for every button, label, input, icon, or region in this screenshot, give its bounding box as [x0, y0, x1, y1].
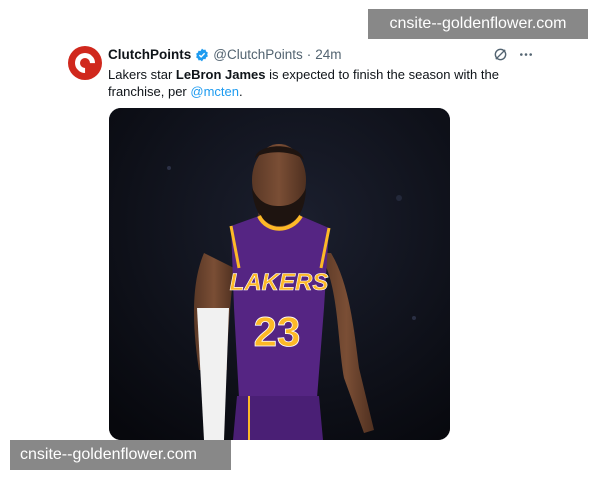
watermark-bottom: cnsite--goldenflower.com: [10, 440, 231, 470]
tweet-header: ClutchPoints @ClutchPoints · 24m: [108, 47, 342, 62]
clutchpoints-logo-icon: [70, 48, 100, 78]
jersey-number: 23: [254, 308, 301, 355]
mention-link[interactable]: @mcten: [190, 84, 239, 99]
tweet-text: Lakers star LeBron James is expected to …: [108, 66, 508, 100]
tweet-media-photo[interactable]: LAKERS 23: [109, 108, 450, 440]
grok-icon[interactable]: [493, 47, 508, 62]
author-name[interactable]: ClutchPoints: [108, 47, 191, 62]
avatar[interactable]: [68, 46, 102, 80]
author-handle[interactable]: @ClutchPoints: [213, 47, 303, 62]
tweet-text-player: LeBron James: [175, 67, 266, 82]
tweet-text-suffix: .: [238, 84, 243, 99]
more-icon[interactable]: [518, 47, 534, 62]
separator-dot: ·: [306, 47, 312, 62]
watermark-top: cnsite--goldenflower.com: [368, 9, 588, 39]
tweet-time[interactable]: 24m: [315, 47, 341, 62]
tweet-text-prefix: Lakers star: [108, 67, 176, 82]
tweet-actions: [493, 47, 534, 62]
verified-badge-icon: [195, 48, 209, 62]
jersey-wordmark: LAKERS: [230, 269, 329, 296]
player-photo: LAKERS 23: [109, 108, 450, 440]
